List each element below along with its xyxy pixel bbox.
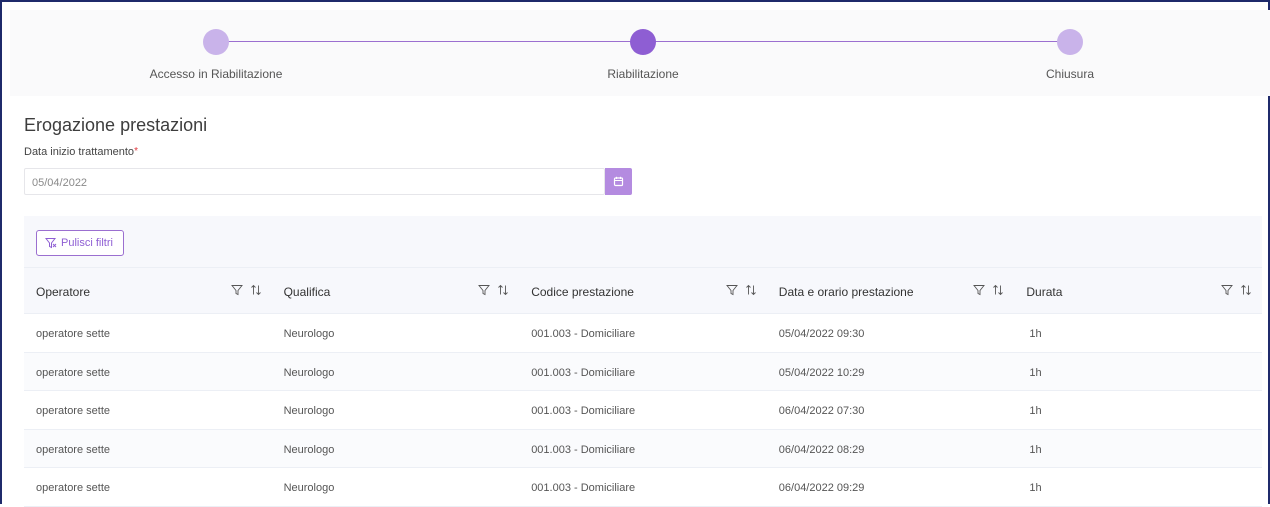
sort-icon[interactable]: [250, 284, 262, 296]
table-row[interactable]: operatore sette Neurologo 001.003 - Domi…: [24, 314, 1262, 353]
progress-stepper: Accesso in Riabilitazione Riabilitazione…: [10, 10, 1270, 96]
column-label: Durata: [1026, 285, 1063, 299]
filter-icon[interactable]: [1221, 284, 1233, 296]
column-header-codice[interactable]: Codice prestazione: [519, 268, 767, 313]
app-frame: Accesso in Riabilitazione Riabilitazione…: [0, 0, 1270, 507]
cell-operatore: operatore sette: [36, 443, 110, 456]
cell-operatore: operatore sette: [36, 328, 110, 340]
cell-qualifica: Neurologo: [283, 443, 335, 456]
date-field-label-text: Data inizio trattamento: [24, 146, 135, 158]
sort-icon[interactable]: [745, 284, 757, 296]
step-dot-riabilitazione[interactable]: [630, 29, 656, 55]
cell-data: 06/04/2022 07:30: [778, 405, 865, 417]
step-connector: [653, 41, 1068, 42]
cell-qualifica: Neurologo: [283, 328, 335, 340]
sort-icon[interactable]: [1240, 284, 1252, 296]
table-row[interactable]: operatore sette Neurologo 001.003 - Domi…: [24, 468, 1262, 507]
cell-durata: 1h: [1029, 405, 1042, 417]
calendar-icon: [613, 176, 624, 187]
cell-operatore: operatore sette: [36, 405, 110, 417]
cell-data: 05/04/2022 09:30: [778, 328, 865, 340]
cell-durata: 1h: [1029, 482, 1042, 494]
column-label: Operatore: [36, 285, 91, 299]
column-label: Data e orario prestazione: [778, 285, 914, 299]
table-toolbar: Pulisci filtri: [24, 216, 1262, 268]
cell-data: 06/04/2022 08:29: [778, 443, 865, 456]
column-header-qualifica[interactable]: Qualifica: [272, 268, 520, 313]
sort-icon[interactable]: [497, 284, 509, 296]
cell-operatore: operatore sette: [36, 366, 110, 379]
section-title: Erogazione prestazioni: [24, 115, 208, 135]
cell-qualifica: Neurologo: [283, 405, 335, 417]
date-field-label: Data inizio trattamento*: [24, 146, 138, 158]
step-dot-accesso[interactable]: [203, 29, 229, 55]
cell-codice: 001.003 - Domiciliare: [531, 405, 636, 417]
column-header-data[interactable]: Data e orario prestazione: [767, 268, 1015, 313]
start-date-input[interactable]: 05/04/2022: [24, 168, 605, 195]
cell-operatore: operatore sette: [36, 482, 110, 494]
cell-qualifica: Neurologo: [283, 482, 335, 494]
sort-icon[interactable]: [992, 284, 1004, 296]
clear-filters-button[interactable]: Pulisci filtri: [36, 230, 124, 256]
step-dot-chiusura[interactable]: [1057, 29, 1083, 55]
column-label: Qualifica: [283, 285, 331, 299]
table-row[interactable]: operatore sette Neurologo 001.003 - Domi…: [24, 391, 1262, 430]
calendar-button[interactable]: [605, 168, 632, 195]
services-table: Pulisci filtri Operatore Qualifica Codic…: [24, 216, 1262, 507]
table-header: Operatore Qualifica Codice prestazione D…: [24, 268, 1262, 314]
column-header-operatore[interactable]: Operatore: [24, 268, 272, 313]
cell-qualifica: Neurologo: [283, 366, 335, 379]
cell-durata: 1h: [1029, 443, 1042, 456]
filter-icon[interactable]: [230, 284, 243, 296]
table-row[interactable]: operatore sette Neurologo 001.003 - Domi…: [24, 352, 1262, 391]
step-connector: [228, 41, 640, 42]
cell-data: 05/04/2022 10:29: [778, 366, 865, 379]
required-mark: *: [134, 146, 138, 157]
clear-filter-icon: [45, 237, 57, 249]
filter-icon[interactable]: [725, 284, 738, 296]
cell-codice: 001.003 - Domiciliare: [531, 482, 636, 494]
cell-data: 06/04/2022 09:29: [778, 482, 865, 494]
column-label: Codice prestazione: [531, 285, 634, 299]
column-header-durata[interactable]: Durata: [1014, 268, 1262, 313]
filter-icon[interactable]: [478, 284, 491, 296]
step-label-chiusura: Chiusura: [1045, 67, 1095, 81]
filter-icon[interactable]: [973, 284, 986, 296]
cell-durata: 1h: [1029, 328, 1042, 340]
cell-codice: 001.003 - Domiciliare: [531, 366, 636, 379]
cell-durata: 1h: [1029, 366, 1042, 379]
step-label-riabilitazione: Riabilitazione: [607, 67, 679, 81]
table-row[interactable]: operatore sette Neurologo 001.003 - Domi…: [24, 429, 1262, 468]
step-label-accesso: Accesso in Riabilitazione: [149, 67, 283, 81]
cell-codice: 001.003 - Domiciliare: [531, 328, 636, 340]
clear-filters-label: Pulisci filtri: [61, 237, 113, 249]
cell-codice: 001.003 - Domiciliare: [531, 443, 636, 456]
